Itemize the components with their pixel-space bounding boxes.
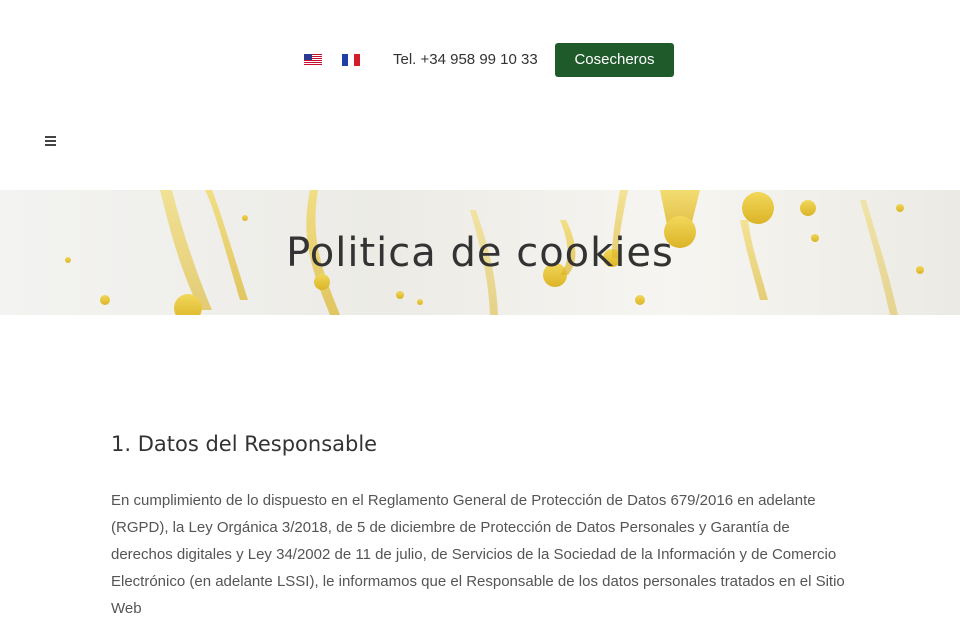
hamburger-menu-icon[interactable] xyxy=(44,133,58,147)
section-paragraph: En cumplimiento de lo dispuesto en el Re… xyxy=(111,492,845,617)
main-content: 1. Datos del Responsable En cumplimiento… xyxy=(111,420,851,622)
us-flag-icon[interactable] xyxy=(304,53,322,66)
phone-number[interactable]: Tel. +34 958 99 10 33 xyxy=(393,50,538,70)
section-heading: 1. Datos del Responsable xyxy=(111,432,378,456)
page-title: Politica de cookies xyxy=(286,230,674,276)
fr-flag-icon[interactable] xyxy=(342,53,360,66)
top-header: Tel. +34 958 99 10 33 Cosecheros xyxy=(0,0,960,146)
cosecheros-button[interactable]: Cosecheros xyxy=(555,43,674,77)
